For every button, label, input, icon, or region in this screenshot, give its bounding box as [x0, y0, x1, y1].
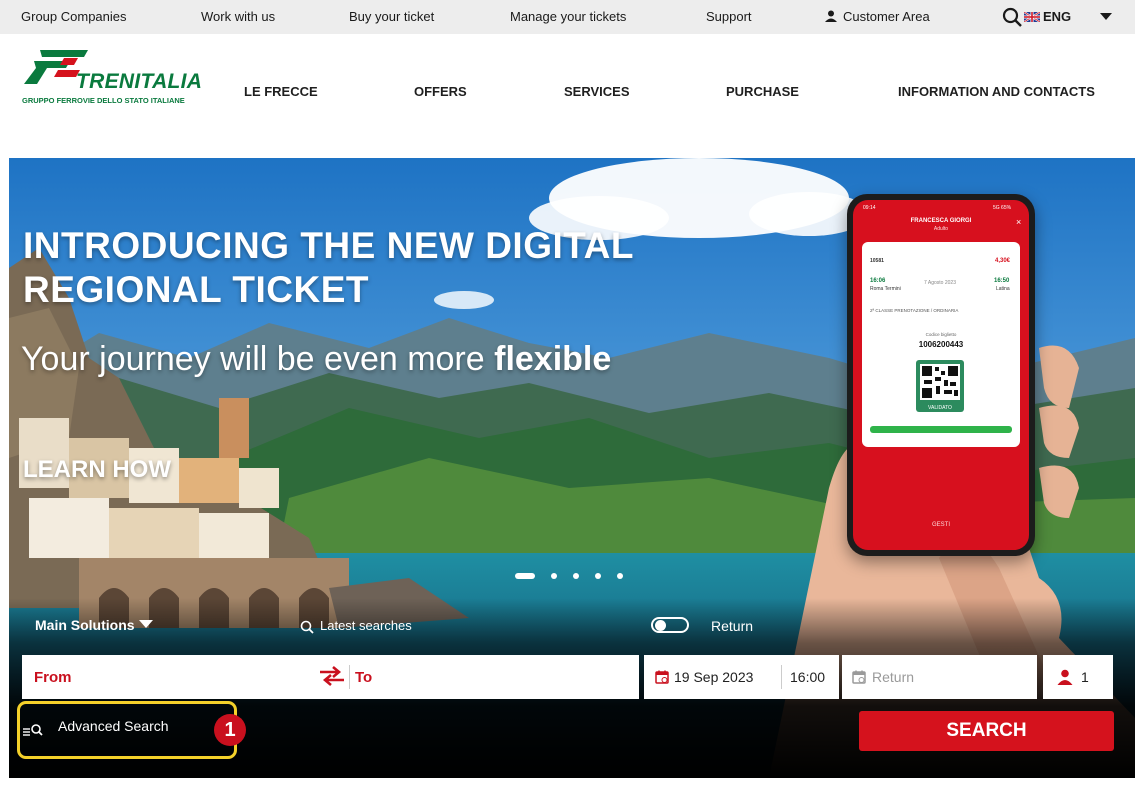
hero-subline-bold: flexible	[494, 340, 612, 378]
ticket-price: 4,30€	[995, 258, 1011, 264]
carousel-dot-3[interactable]	[573, 573, 579, 579]
phone-time: 09:14	[863, 205, 876, 211]
from-to-field: From To	[22, 655, 639, 699]
ticket-passenger: FRANCESCA GIORGI	[910, 218, 972, 224]
search-icon	[300, 620, 314, 634]
hero-headline-line1: INTRODUCING THE NEW DIGITAL	[23, 225, 634, 266]
return-toggle[interactable]	[651, 617, 689, 633]
chevron-down-icon[interactable]	[1100, 13, 1112, 20]
main-header: TRENITALIA GRUPPO FERROVIE DELLO STATO I…	[0, 34, 1135, 158]
nav-offers[interactable]: OFFERS	[414, 84, 467, 99]
manage-your-tickets-link[interactable]: Manage your tickets	[510, 9, 626, 24]
work-with-us-link[interactable]: Work with us	[201, 9, 275, 24]
ticket-code-label: Codice biglietto	[925, 332, 957, 337]
ticket-valid-bar	[870, 426, 1012, 433]
hero-banner: INTRODUCING THE NEW DIGITAL REGIONAL TIC…	[9, 158, 1135, 778]
calendar-icon	[655, 670, 669, 684]
return-date-field[interactable]: Return	[842, 655, 1037, 699]
search-button[interactable]: SEARCH	[859, 711, 1114, 751]
customer-area-link[interactable]: Customer Area	[843, 9, 930, 24]
carousel-dot-5[interactable]	[617, 573, 623, 579]
ticket-card: 10581 4,30€ 16:06 Roma Termini 7 Agosto …	[862, 242, 1020, 447]
departure-date-field[interactable]: 19 Sep 2023 16:00	[644, 655, 839, 699]
group-companies-link[interactable]: Group Companies	[21, 9, 127, 24]
return-toggle-label: Return	[711, 618, 754, 634]
advanced-search-icon	[23, 724, 43, 736]
departure-time-value[interactable]: 16:00	[790, 669, 825, 685]
return-date-placeholder: Return	[872, 669, 915, 685]
phone-mockup: 09:14 5G 65% FRANCESCA GIORGI Adulto × 1…	[847, 194, 1035, 556]
buy-your-ticket-link[interactable]: Buy your ticket	[349, 9, 434, 24]
ticket-dep-time: 16:06	[870, 278, 886, 284]
carousel-dot-1[interactable]	[515, 573, 535, 579]
swap-icon[interactable]	[318, 665, 346, 687]
hero-headline-line2: REGIONAL TICKET	[23, 269, 369, 310]
user-icon	[825, 10, 837, 22]
ticket-arr-station: Latina	[996, 286, 1010, 292]
divider	[349, 665, 350, 689]
caret-down-icon	[138, 620, 153, 628]
ticket-dep-station: Roma Termini	[870, 286, 901, 292]
main-solutions-label: Main Solutions	[35, 617, 135, 633]
close-icon: ×	[1016, 217, 1022, 227]
carousel-dot-4[interactable]	[595, 573, 601, 579]
carousel-dot-2[interactable]	[551, 573, 557, 579]
departure-date-value: 19 Sep 2023	[674, 669, 754, 685]
nav-le-frecce[interactable]: LE FRECCE	[244, 84, 318, 99]
support-link[interactable]: Support	[706, 9, 752, 24]
phone-screen: 09:14 5G 65% FRANCESCA GIORGI Adulto × 1…	[853, 200, 1029, 550]
main-solutions-dropdown[interactable]: Main Solutions	[35, 617, 153, 633]
trenitalia-logo[interactable]: TRENITALIA GRUPPO FERROVIE DELLO STATO I…	[20, 48, 220, 118]
ticket-train-number: 10581	[870, 258, 884, 264]
advanced-search-link[interactable]: Advanced Search	[58, 718, 169, 734]
ticket-date: 7 Agosto 2023	[924, 280, 956, 286]
user-icon	[1057, 669, 1073, 685]
passengers-count: 1	[1081, 669, 1089, 685]
phone-status: 5G 65%	[993, 205, 1012, 211]
calendar-icon	[852, 670, 866, 684]
ticket-class: 2ª CLASSE PRENOTAZIONE / ORDINARIA	[870, 308, 959, 313]
ticket-arr-time: 16:50	[994, 278, 1010, 284]
nav-purchase[interactable]: PURCHASE	[726, 84, 799, 99]
qr-code-icon: VALIDATO	[916, 360, 964, 412]
to-input[interactable]: To	[355, 669, 372, 686]
top-utility-bar: Group Companies Work with us Buy your ti…	[0, 0, 1135, 34]
uk-flag-icon	[1024, 12, 1040, 22]
nav-services[interactable]: SERVICES	[564, 84, 630, 99]
hero-headline: INTRODUCING THE NEW DIGITAL REGIONAL TIC…	[23, 224, 634, 312]
from-input[interactable]: From	[34, 669, 72, 686]
hero-subline: Your journey will be even more flexible	[21, 340, 611, 379]
ticket-passenger-type: Adulto	[933, 226, 949, 232]
ticket-status: VALIDATO	[928, 405, 952, 411]
learn-how-link[interactable]: LEARN HOW	[23, 456, 171, 484]
hero-subline-text: Your journey will be even more	[21, 340, 495, 378]
toggle-knob	[655, 620, 666, 631]
nav-information-and-contacts[interactable]: INFORMATION AND CONTACTS	[898, 84, 1095, 99]
phone-footer-text: GESTI	[931, 522, 950, 528]
ticket-code: 1006200443	[918, 340, 964, 349]
divider	[781, 665, 782, 689]
brand-name: TRENITALIA	[76, 70, 203, 93]
search-icon[interactable]	[1002, 7, 1022, 27]
annotation-badge: 1	[214, 714, 246, 746]
passengers-field[interactable]: 1	[1043, 655, 1113, 699]
brand-subtitle: GRUPPO FERROVIE DELLO STATO ITALIANE	[22, 96, 185, 105]
language-selector[interactable]: ENG	[1043, 9, 1071, 24]
latest-searches-link[interactable]: Latest searches	[320, 618, 412, 633]
